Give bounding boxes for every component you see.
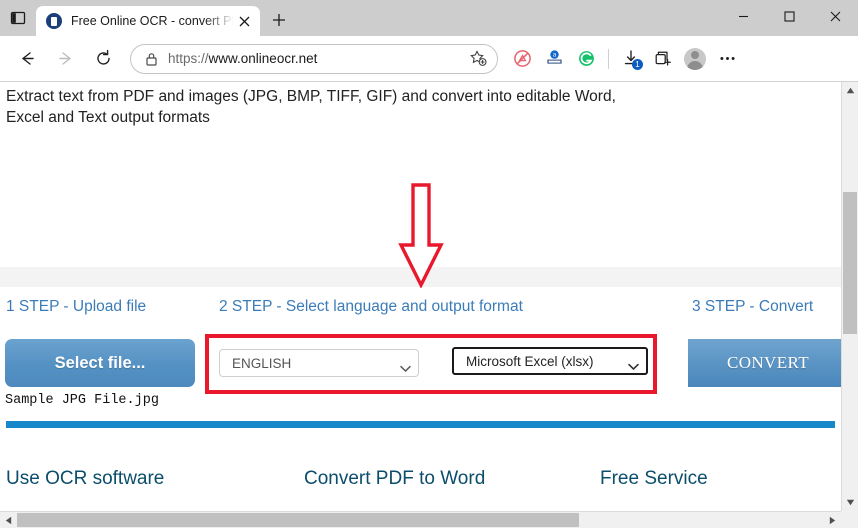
chevron-down-icon <box>400 361 411 372</box>
step-label-2: 2 STEP - Select language and output form… <box>219 298 523 315</box>
profile-avatar[interactable] <box>679 43 711 75</box>
title-bar: Free Online OCR - convert PDF to <box>0 0 858 36</box>
browser-toolbar: https://www.onlineocr.net a 1 <box>0 36 858 82</box>
page-viewport: Extract text from PDF and images (JPG, B… <box>0 82 858 511</box>
amazon-assistant-icon[interactable]: a <box>538 43 570 75</box>
close-window-button[interactable] <box>812 0 858 32</box>
address-bar[interactable]: https://www.onlineocr.net <box>130 43 498 74</box>
tab-title: Free Online OCR - convert PDF to <box>71 14 234 28</box>
window-controls <box>720 0 858 32</box>
bottom-heading-1: Use OCR software <box>6 468 165 489</box>
vertical-scrollbar[interactable] <box>841 82 858 511</box>
scroll-right-arrow-icon[interactable] <box>824 512 841 528</box>
step-label-1: 1 STEP - Upload file <box>6 298 147 315</box>
scrollbar-corner <box>841 511 858 528</box>
scroll-up-arrow-icon[interactable] <box>842 82 858 99</box>
back-button[interactable] <box>10 42 44 76</box>
language-select-value: ENGLISH <box>232 355 292 371</box>
url-scheme: https:// <box>168 51 209 66</box>
scroll-left-arrow-icon[interactable] <box>0 512 17 528</box>
bottom-headings-row: Use OCR software Convert PDF to Word Fre… <box>0 468 841 498</box>
collections-icon[interactable] <box>647 43 679 75</box>
scroll-down-arrow-icon[interactable] <box>842 494 858 511</box>
url-text: https://www.onlineocr.net <box>168 51 465 66</box>
maximize-button[interactable] <box>766 0 812 32</box>
new-tab-button[interactable] <box>264 5 294 35</box>
vertical-scrollbar-thumb[interactable] <box>843 192 857 334</box>
settings-more-icon[interactable] <box>711 43 743 75</box>
page-description: Extract text from PDF and images (JPG, B… <box>6 88 616 126</box>
controls-row: Select file... Sample JPG File.jpg ENGLI… <box>0 334 841 408</box>
bottom-heading-3: Free Service <box>600 468 708 489</box>
step-label-3: 3 STEP - Convert <box>692 298 814 315</box>
selected-filename: Sample JPG File.jpg <box>5 393 159 408</box>
browser-window: Free Online OCR - convert PDF to <box>0 0 858 528</box>
forward-button <box>48 42 82 76</box>
browser-tab[interactable]: Free Online OCR - convert PDF to <box>36 6 260 36</box>
avatar-image <box>684 47 706 70</box>
grammarly-icon[interactable] <box>570 43 602 75</box>
language-select[interactable]: ENGLISH <box>219 349 419 377</box>
bottom-heading-2: Convert PDF to Word <box>304 468 486 489</box>
tab-actions-icon[interactable] <box>0 0 36 36</box>
downloads-badge: 1 <box>632 58 643 70</box>
web-page-content: Extract text from PDF and images (JPG, B… <box>0 82 841 511</box>
lock-icon <box>143 52 159 66</box>
output-format-select[interactable]: Microsoft Excel (xlsx) <box>452 347 648 375</box>
blue-divider-bar <box>6 421 835 428</box>
extension-icons: a 1 <box>506 43 743 75</box>
downloads-icon[interactable]: 1 <box>615 43 647 75</box>
close-tab-icon[interactable] <box>234 11 254 31</box>
add-favorite-star-icon[interactable] <box>465 46 491 72</box>
output-format-select-value: Microsoft Excel (xlsx) <box>466 353 594 369</box>
url-host: www.onlineocr.net <box>208 51 318 66</box>
horizontal-scrollbar-thumb[interactable] <box>17 513 579 527</box>
tab-favicon <box>46 13 62 29</box>
minimize-button[interactable] <box>720 0 766 32</box>
refresh-button[interactable] <box>86 42 120 76</box>
horizontal-scrollbar[interactable] <box>0 511 841 528</box>
steps-row: 1 STEP - Upload file 2 STEP - Select lan… <box>0 298 841 324</box>
red-down-arrow-annotation <box>398 183 444 289</box>
toolbar-separator <box>608 48 609 69</box>
adblock-icon[interactable] <box>506 43 538 75</box>
convert-button[interactable]: CONVERT <box>688 339 841 387</box>
chevron-down-icon <box>628 359 639 370</box>
select-file-button[interactable]: Select file... <box>5 339 195 387</box>
